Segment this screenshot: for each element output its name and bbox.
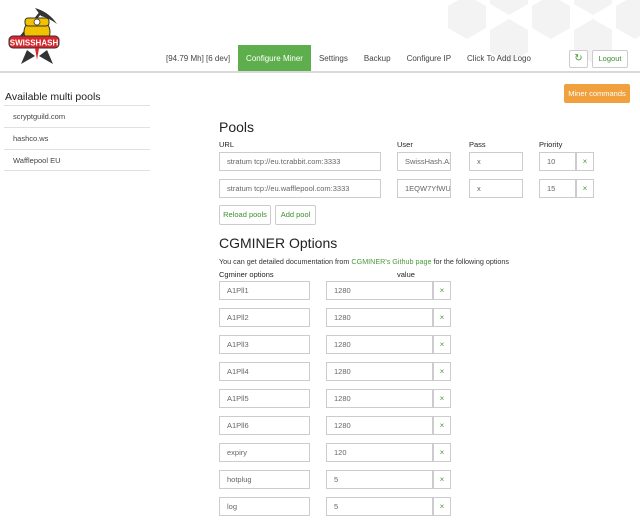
cgminer-option-name-input[interactable]: A1Pll6 [219, 416, 310, 435]
nav-settings[interactable]: Settings [311, 45, 356, 71]
cgminer-option-value-input[interactable]: 1280 [326, 335, 433, 354]
remove-pool-button[interactable]: × [576, 179, 594, 198]
nav-configure-ip[interactable]: Configure IP [399, 45, 459, 71]
cgminer-option-name-input[interactable]: A1Pll4 [219, 362, 310, 381]
remove-option-button[interactable]: × [433, 335, 451, 354]
refresh-button[interactable]: ↻ [569, 50, 588, 68]
priority-column-label: Priority [539, 140, 563, 149]
close-icon: × [439, 448, 445, 457]
pool-user-input[interactable]: SwissHash.A2 [397, 152, 451, 171]
cgminer-option-value-input[interactable]: 1280 [326, 416, 433, 435]
close-icon: × [439, 421, 445, 430]
pool-priority-input[interactable]: 10 [539, 152, 576, 171]
remove-option-button[interactable]: × [433, 389, 451, 408]
hex-decoration [616, 0, 640, 39]
sidebar-item-scryptguild[interactable]: scryptguild.com [4, 105, 150, 127]
sidebar-item-wafflepool[interactable]: Wafflepool EU [4, 149, 150, 171]
value-column-label: value [397, 270, 415, 279]
remove-option-button[interactable]: × [433, 470, 451, 489]
pool-user-input[interactable]: 1EQW7YfWU [397, 179, 451, 198]
close-icon: × [439, 475, 445, 484]
hex-decoration [490, 0, 528, 15]
cgminer-option-name-input[interactable]: A1Pll5 [219, 389, 310, 408]
pool-pass-input[interactable]: x [469, 152, 523, 171]
remove-pool-button[interactable]: × [576, 152, 594, 171]
user-column-label: User [397, 140, 413, 149]
pools-heading: Pools [219, 119, 255, 135]
description-text: You can get detailed documentation from [219, 257, 352, 266]
nav-configure-miner[interactable]: Configure Miner [238, 45, 311, 71]
remove-option-button[interactable]: × [433, 281, 451, 300]
cgminer-description: You can get detailed documentation from … [219, 257, 509, 266]
nav-add-logo[interactable]: Click To Add Logo [459, 45, 539, 71]
cgminer-option-name-input[interactable]: log [219, 497, 310, 516]
hex-decoration [574, 0, 612, 15]
sidebar-item-hashco[interactable]: hashco.ws [4, 127, 150, 149]
close-icon: × [439, 367, 445, 376]
close-icon: × [439, 340, 445, 349]
main-nav: [94.79 Mh] [6 dev] Configure Miner Setti… [158, 45, 539, 71]
close-icon: × [582, 157, 588, 166]
cgminer-option-value-input[interactable]: 5 [326, 470, 433, 489]
cgminer-heading: CGMINER Options [219, 235, 338, 251]
cgminer-option-name-input[interactable]: A1Pll1 [219, 281, 310, 300]
miner-commands-button[interactable]: Miner commands [564, 84, 630, 103]
nav-backup[interactable]: Backup [356, 45, 399, 71]
option-column-label: Cgminer options [219, 270, 274, 279]
cgminer-option-value-input[interactable]: 1280 [326, 362, 433, 381]
cgminer-option-value-input[interactable]: 120 [326, 443, 433, 462]
swisshash-logo: SWISSHASH [8, 8, 60, 64]
nav-hashrate-status[interactable]: [94.79 Mh] [6 dev] [158, 45, 238, 71]
description-text: for the following options [431, 257, 509, 266]
cgminer-option-name-input[interactable]: hotplug [219, 470, 310, 489]
svg-text:SWISSHASH: SWISSHASH [10, 39, 59, 48]
remove-option-button[interactable]: × [433, 416, 451, 435]
cgminer-option-name-input[interactable]: A1Pll2 [219, 308, 310, 327]
cgminer-option-value-input[interactable]: 1280 [326, 281, 433, 300]
reload-pools-button[interactable]: Reload pools [219, 205, 271, 225]
cgminer-option-value-input[interactable]: 1280 [326, 389, 433, 408]
pool-pass-input[interactable]: x [469, 179, 523, 198]
pool-url-input[interactable]: stratum tcp://eu.tcrabbit.com:3333 [219, 152, 381, 171]
remove-option-button[interactable]: × [433, 308, 451, 327]
add-pool-button[interactable]: Add pool [275, 205, 316, 225]
close-icon: × [439, 502, 445, 511]
cgminer-github-link[interactable]: CGMINER's Github page [351, 257, 431, 266]
pool-url-input[interactable]: stratum tcp://eu.wafflepool.com:3333 [219, 179, 381, 198]
url-column-label: URL [219, 140, 235, 149]
remove-option-button[interactable]: × [433, 362, 451, 381]
hex-decoration [448, 0, 486, 39]
remove-option-button[interactable]: × [433, 497, 451, 516]
multipool-list: scryptguild.com hashco.ws Wafflepool EU [4, 105, 150, 171]
hex-decoration [532, 0, 570, 39]
top-header: SWISSHASH [94.79 Mh] [6 dev] Configure M… [0, 0, 640, 73]
close-icon: × [439, 286, 445, 295]
pool-priority-input[interactable]: 15 [539, 179, 576, 198]
remove-option-button[interactable]: × [433, 443, 451, 462]
close-icon: × [582, 184, 588, 193]
logout-button[interactable]: Logout [592, 50, 628, 68]
cgminer-option-name-input[interactable]: A1Pll3 [219, 335, 310, 354]
cgminer-option-name-input[interactable]: expiry [219, 443, 310, 462]
refresh-icon: ↻ [574, 53, 583, 64]
close-icon: × [439, 313, 445, 322]
hex-decoration [574, 19, 612, 63]
sidebar-title: Available multi pools [5, 91, 101, 103]
close-icon: × [439, 394, 445, 403]
cgminer-option-value-input[interactable]: 5 [326, 497, 433, 516]
pass-column-label: Pass [469, 140, 486, 149]
cgminer-option-value-input[interactable]: 1280 [326, 308, 433, 327]
